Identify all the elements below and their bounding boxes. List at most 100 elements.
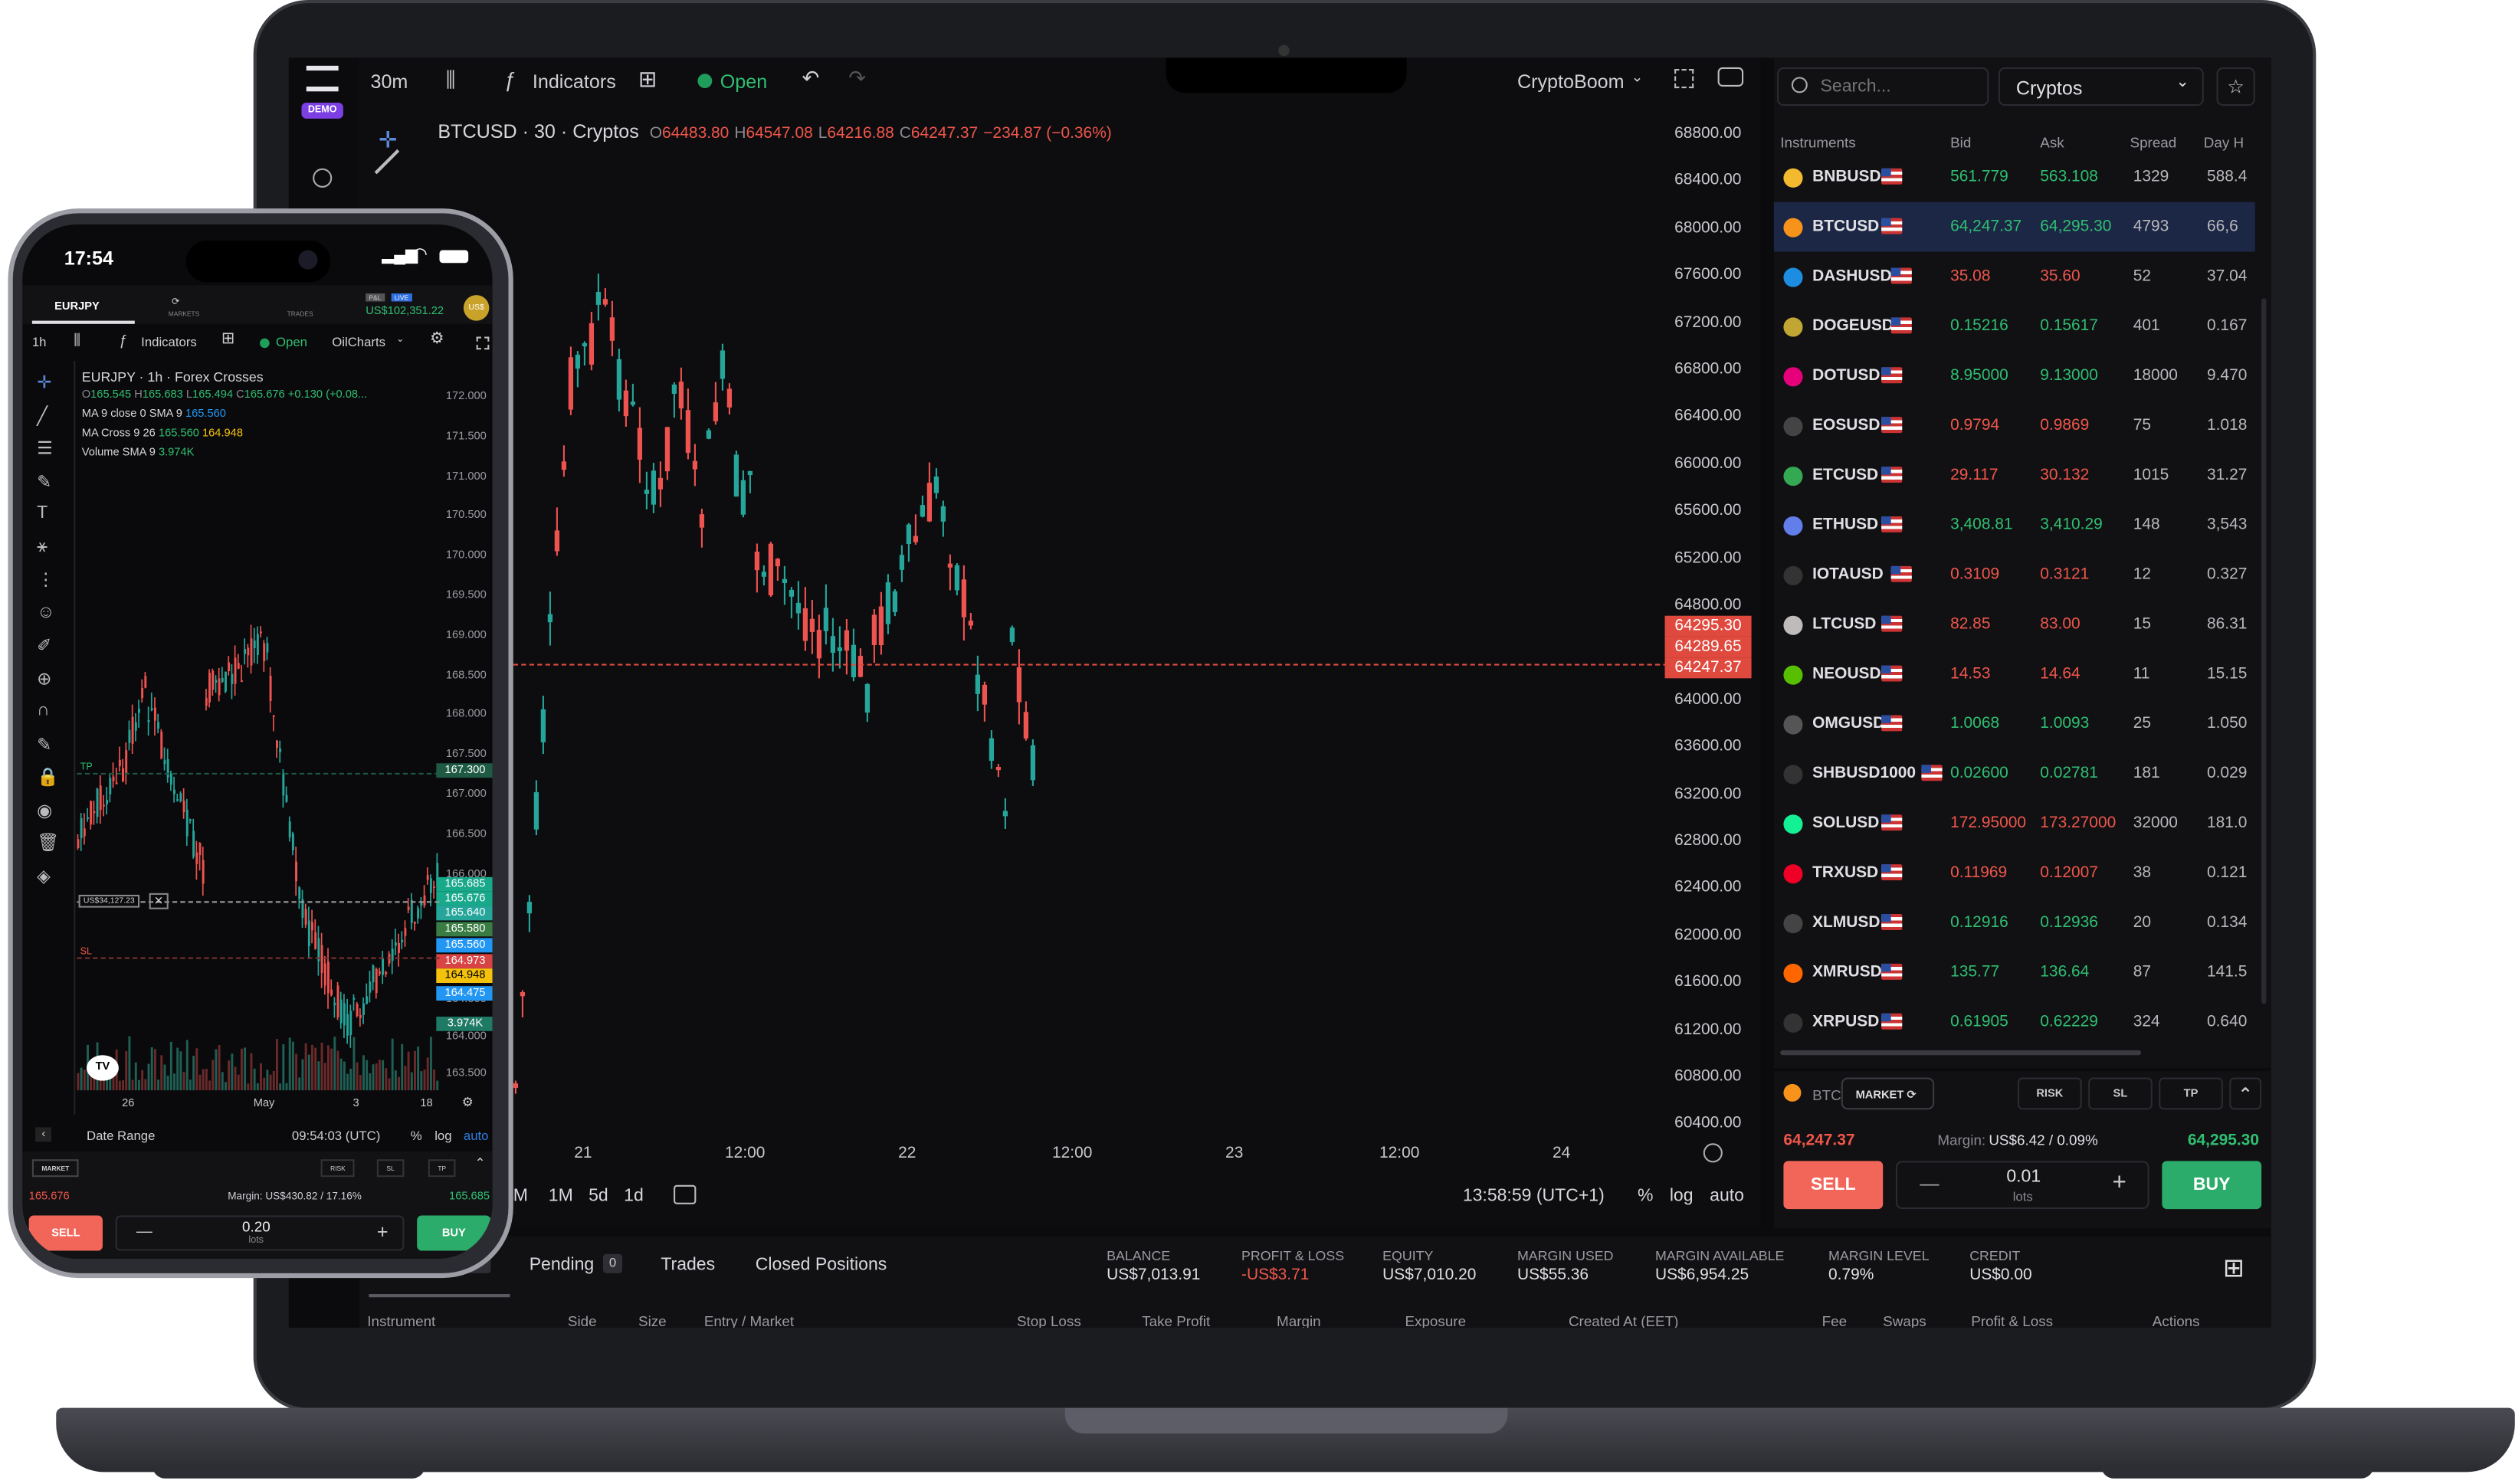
chart-layout-name[interactable]: OilCharts xyxy=(332,335,385,349)
instrument-row[interactable]: DOTUSD 8.95000 9.13000 18000 9.470 xyxy=(1774,351,2255,401)
increase-button[interactable]: + xyxy=(2112,1169,2126,1197)
range-button[interactable]: 1d xyxy=(624,1187,644,1206)
back-icon[interactable]: ‹ xyxy=(35,1127,52,1142)
tab-pending[interactable]: Pending xyxy=(530,1256,595,1275)
phone-collapse-icon[interactable]: ⌃ xyxy=(475,1156,486,1171)
grid-layout-icon[interactable]: ⊞ xyxy=(2223,1253,2244,1285)
date-range-icon[interactable] xyxy=(674,1184,697,1204)
instrument-row[interactable]: XRPUSD 0.61905 0.62229 324 0.640 xyxy=(1774,998,2255,1047)
order-type-button[interactable]: MARKET ⟳ xyxy=(1841,1077,1935,1110)
log-toggle[interactable]: log xyxy=(1670,1187,1694,1206)
camera-icon[interactable] xyxy=(1717,67,1744,87)
instrument-row[interactable]: ETCUSD 29.117 30.132 1015 31.27 xyxy=(1774,450,2255,500)
favorites-star-icon[interactable]: ☆ xyxy=(2216,67,2255,106)
range-button[interactable]: 5d xyxy=(589,1187,608,1206)
percent-toggle[interactable]: % xyxy=(1638,1187,1653,1206)
instrument-row[interactable]: DOGEUSD 0.15216 0.15617 401 0.167 xyxy=(1774,301,2255,351)
quantity-stepper[interactable]: — 0.01 lots + xyxy=(1895,1161,2149,1210)
chart-layout-name[interactable]: CryptoBoom xyxy=(1517,70,1625,93)
instrument-row[interactable]: EOSUSD 0.9794 0.9869 75 1.018 xyxy=(1774,401,2255,450)
instrument-row[interactable]: LTCUSD 82.85 83.00 15 86.31 xyxy=(1774,600,2255,650)
fullscreen-icon[interactable] xyxy=(1674,68,1694,89)
fullscreen-icon[interactable] xyxy=(476,336,490,350)
tab-trades[interactable]: TRADES xyxy=(287,310,313,317)
candles-icon[interactable]: ⫼ xyxy=(446,67,456,93)
settings-icon[interactable]: ⚙ xyxy=(430,330,444,348)
phone-quantity-stepper[interactable]: — 0.20 lots + xyxy=(115,1215,405,1251)
sell-button[interactable]: SELL xyxy=(1783,1161,1884,1210)
candles-icon[interactable]: ⫼ xyxy=(74,332,80,349)
range-button[interactable]: 1M xyxy=(549,1187,573,1206)
drawing-tool-icon[interactable]: ◈ xyxy=(37,865,51,886)
risk-button[interactable]: RISK xyxy=(2017,1077,2082,1110)
sl-button[interactable]: SL xyxy=(2088,1077,2153,1110)
instrument-row[interactable]: BTCUSD 64,247.37 64,295.30 4793 66,6 xyxy=(1773,201,2255,252)
drawing-tool-icon[interactable]: ◉ xyxy=(37,799,52,820)
drawing-tool-icon[interactable]: ╱ xyxy=(37,405,48,426)
instrument-row[interactable]: DASHUSD 35.08 35.60 52 37.04 xyxy=(1774,252,2255,302)
vertical-scrollbar[interactable] xyxy=(2261,298,2267,1004)
phone-buy-button[interactable]: BUY xyxy=(417,1215,491,1251)
tab-closed-positions[interactable]: Closed Positions xyxy=(756,1256,887,1275)
drawing-tool-icon[interactable]: 🗑 xyxy=(37,832,59,853)
tab-eurjpy[interactable]: EURJPY xyxy=(54,301,100,313)
drawing-tool-icon[interactable]: ⋮ xyxy=(37,569,54,590)
buy-button[interactable]: BUY xyxy=(2162,1161,2262,1210)
phone-quantity-value[interactable]: 0.20 xyxy=(242,1219,271,1235)
drawing-tool-icon[interactable]: ⚹ xyxy=(37,536,48,557)
phone-sell-button[interactable]: SELL xyxy=(28,1215,103,1251)
layouts-icon[interactable]: ⊞ xyxy=(221,330,235,348)
phone-decrease-button[interactable]: — xyxy=(136,1224,152,1241)
drawing-tool-icon[interactable]: ∩ xyxy=(37,701,50,720)
search-input[interactable] xyxy=(1820,74,1981,100)
indicators-button[interactable]: Indicators xyxy=(533,70,616,93)
phone-settings-icon[interactable]: ⚙ xyxy=(462,1096,474,1110)
chevron-down-icon[interactable]: ⌄ xyxy=(396,333,405,345)
tp-button[interactable]: TP xyxy=(2159,1077,2223,1110)
instrument-row[interactable]: NEOUSD 14.53 14.64 11 15.15 xyxy=(1774,650,2255,699)
zoom-icon[interactable] xyxy=(313,168,333,188)
avatar[interactable]: US$ xyxy=(463,295,490,321)
phone-log-toggle[interactable]: log xyxy=(434,1129,451,1143)
drawing-tool-icon[interactable]: ✐ xyxy=(37,635,51,656)
crosshair-icon[interactable]: ✛ xyxy=(379,126,398,154)
instrument-row[interactable]: OMGUSD 1.0068 1.0093 25 1.050 xyxy=(1774,699,2255,749)
phone-risk-button[interactable]: RISK xyxy=(320,1159,356,1178)
instrument-row[interactable]: XLMUSD 0.12916 0.12936 20 0.134 xyxy=(1774,898,2255,948)
position-label[interactable]: US$34,127.23 xyxy=(78,894,140,908)
timeframe-button[interactable]: 30m xyxy=(370,70,408,93)
collapse-icon[interactable]: ⌃ xyxy=(2229,1077,2262,1110)
instrument-row[interactable]: XMRUSD 135.77 136.64 87 141.5 xyxy=(1774,948,2255,998)
phone-auto-toggle[interactable]: auto xyxy=(464,1129,489,1143)
auto-toggle[interactable]: auto xyxy=(1710,1187,1744,1206)
tab-trades[interactable]: Trades xyxy=(661,1256,715,1275)
phone-sl-button[interactable]: SL xyxy=(376,1159,405,1178)
settings-icon[interactable] xyxy=(1703,1143,1723,1163)
drawing-tool-icon[interactable]: T xyxy=(37,503,48,523)
phone-tp-button[interactable]: TP xyxy=(428,1159,456,1178)
phone-increase-button[interactable]: + xyxy=(377,1220,389,1243)
phone-candlestick-chart[interactable] xyxy=(77,465,439,1091)
layouts-icon[interactable]: ⊞ xyxy=(638,66,657,93)
close-position-icon[interactable]: ✕ xyxy=(149,893,169,909)
instrument-row[interactable]: SOLUSD 172.95000 173.27000 32000 181.0 xyxy=(1774,798,2255,848)
drawing-tool-icon[interactable]: ☺ xyxy=(37,602,55,621)
chevron-down-icon[interactable]: ⌄ xyxy=(1631,69,1644,87)
timeframe-button[interactable]: 1h xyxy=(32,335,47,349)
decrease-button[interactable]: — xyxy=(1920,1172,1939,1194)
quantity-value[interactable]: 0.01 xyxy=(2006,1168,2041,1187)
instrument-row[interactable]: IOTAUSD 0.3109 0.3121 12 0.327 xyxy=(1774,550,2255,600)
category-select[interactable]: Cryptos ⌄ xyxy=(1998,67,2204,106)
undo-icon[interactable]: ↶ xyxy=(802,66,820,91)
drawing-tool-icon[interactable]: ✎ xyxy=(37,470,51,491)
indicators-button[interactable]: Indicators xyxy=(141,335,197,349)
drawing-tool-icon[interactable]: ✛ xyxy=(37,372,51,393)
instrument-row[interactable]: ETHUSD 3,408.81 3,410.29 148 3,543 xyxy=(1774,500,2255,550)
range-button[interactable]: M xyxy=(513,1187,528,1206)
instrument-row[interactable]: TRXUSD 0.11969 0.12007 38 0.121 xyxy=(1774,848,2255,898)
search-box[interactable] xyxy=(1777,67,1989,106)
phone-percent-toggle[interactable]: % xyxy=(411,1129,422,1143)
drawing-tool-icon[interactable]: ☰ xyxy=(37,437,53,458)
drawing-tool-icon[interactable]: 🔒 xyxy=(37,766,59,788)
redo-icon[interactable]: ↷ xyxy=(848,66,866,91)
